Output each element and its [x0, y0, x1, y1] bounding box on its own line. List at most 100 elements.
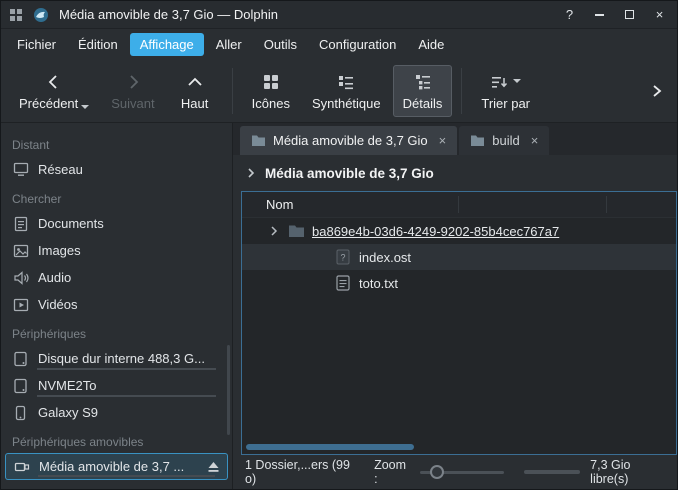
column-separator[interactable]	[606, 196, 607, 213]
menu-aller[interactable]: Aller	[206, 33, 252, 56]
sidebar-item-audio[interactable]: Audio	[5, 264, 228, 291]
sidebar-item-label: Galaxy S9	[38, 405, 98, 420]
view-compact-label: Synthétique	[312, 96, 381, 111]
view-details-button[interactable]: Détails	[393, 65, 453, 117]
sort-by-label: Trier par	[481, 96, 530, 111]
sidebar-item-media-amovible[interactable]: Média amovible de 3,7 ...	[5, 453, 228, 480]
chevron-right-icon	[124, 73, 142, 91]
window-menu-icon[interactable]	[7, 6, 25, 24]
content-area: Distant Réseau Chercher Documents Images…	[1, 123, 677, 489]
sidebar-item-videos[interactable]: Vidéos	[5, 291, 228, 318]
zoom-slider[interactable]	[420, 471, 504, 474]
titlebar: Média amovible de 3,7 Gio — Dolphin ? ×	[1, 1, 677, 29]
close-button[interactable]: ×	[648, 4, 671, 25]
zoom-slider-handle[interactable]	[430, 465, 444, 479]
forward-button[interactable]: Suivant	[101, 65, 164, 117]
file-row-toto-txt[interactable]: toto.txt	[242, 270, 676, 296]
menubar: Fichier Édition Affichage Aller Outils C…	[1, 29, 677, 59]
forward-label: Suivant	[111, 96, 154, 111]
menu-edition[interactable]: Édition	[68, 33, 128, 56]
eject-button[interactable]	[207, 461, 220, 473]
chevron-left-icon	[45, 73, 63, 91]
tab-close-icon[interactable]: ×	[439, 133, 447, 148]
help-button[interactable]: ?	[558, 4, 581, 25]
tab-bar: Média amovible de 3,7 Gio × build ×	[233, 123, 677, 155]
unknown-file-icon: ?	[334, 249, 352, 265]
menu-aide[interactable]: Aide	[408, 33, 454, 56]
expand-chevron-icon[interactable]	[268, 226, 280, 236]
harddisk-icon	[12, 351, 29, 367]
usb-drive-icon	[13, 460, 30, 474]
places-section-distant: Distant	[1, 129, 232, 156]
network-icon	[12, 162, 29, 177]
minimize-button[interactable]	[588, 4, 611, 25]
tab-media-amovible[interactable]: Média amovible de 3,7 Gio ×	[240, 126, 457, 155]
menu-configuration[interactable]: Configuration	[309, 33, 406, 56]
chevron-right-overflow-icon	[649, 82, 665, 100]
sidebar-item-reseau[interactable]: Réseau	[5, 156, 228, 183]
sidebar-item-images[interactable]: Images	[5, 237, 228, 264]
file-row-folder[interactable]: ba869e4b-03d6-4249-9202-85b4cec767a7	[242, 218, 676, 244]
sidebar-item-label: Média amovible de 3,7 ...	[39, 459, 184, 474]
toolbar-separator	[461, 68, 462, 114]
sidebar-item-label: Disque dur interne 488,3 G...	[38, 351, 205, 366]
column-separator[interactable]	[458, 196, 459, 213]
smartphone-icon	[12, 405, 29, 421]
column-header-nom[interactable]: Nom	[266, 197, 293, 212]
menu-fichier[interactable]: Fichier	[7, 33, 66, 56]
menu-outils[interactable]: Outils	[254, 33, 307, 56]
capacity-bar	[37, 395, 216, 397]
status-bar: 1 Dossier,...ers (99 o) Zoom : 7,3 Gio l…	[233, 455, 677, 489]
audio-icon	[12, 271, 29, 285]
dolphin-app-icon	[32, 6, 50, 24]
places-section-peripheriques: Périphériques	[1, 318, 232, 345]
window-title: Média amovible de 3,7 Gio — Dolphin	[59, 7, 278, 22]
tab-label: build	[492, 133, 519, 148]
compact-view-icon	[337, 73, 355, 91]
sidebar-item-nvme2to[interactable]: NVME2To	[5, 372, 228, 399]
free-space-bar	[524, 470, 581, 474]
horizontal-scrollbar[interactable]	[246, 444, 414, 450]
sort-by-button[interactable]: Trier par	[471, 65, 540, 117]
folder-icon	[470, 134, 485, 147]
folder-icon	[251, 134, 266, 147]
view-icons-label: Icônes	[252, 96, 290, 111]
document-icon	[12, 216, 29, 232]
file-name: toto.txt	[359, 276, 398, 291]
up-label: Haut	[181, 96, 208, 111]
file-row-index-ost[interactable]: ? index.ost	[242, 244, 676, 270]
file-name: ba869e4b-03d6-4249-9202-85b4cec767a7	[312, 224, 559, 239]
sidebar-item-galaxy-s9[interactable]: Galaxy S9	[5, 399, 228, 426]
breadcrumb: Média amovible de 3,7 Gio	[233, 155, 677, 191]
sort-dropdown-caret-icon	[513, 79, 521, 83]
menu-affichage[interactable]: Affichage	[130, 33, 204, 56]
sidebar-item-label: Audio	[38, 270, 71, 285]
tab-close-icon[interactable]: ×	[531, 133, 539, 148]
zoom-label: Zoom :	[374, 458, 410, 486]
view-icons-button[interactable]: Icônes	[242, 65, 300, 117]
details-view-icon	[414, 73, 432, 91]
places-panel: Distant Réseau Chercher Documents Images…	[1, 123, 233, 489]
back-button[interactable]: Précédent	[9, 65, 99, 117]
chevron-up-icon	[186, 73, 204, 91]
close-icon: ×	[656, 7, 664, 22]
places-section-chercher: Chercher	[1, 183, 232, 210]
maximize-button[interactable]	[618, 4, 641, 25]
sidebar-scrollbar[interactable]	[227, 345, 230, 435]
toolbar-overflow-button[interactable]	[645, 82, 669, 100]
view-compact-button[interactable]: Synthétique	[302, 65, 391, 117]
capacity-bar	[37, 368, 216, 370]
up-button[interactable]: Haut	[167, 65, 223, 117]
column-header-row: Nom	[242, 192, 676, 218]
file-name: index.ost	[359, 250, 411, 265]
breadcrumb-location[interactable]: Média amovible de 3,7 Gio	[265, 166, 434, 181]
image-icon	[12, 244, 29, 258]
sidebar-item-documents[interactable]: Documents	[5, 210, 228, 237]
sidebar-item-disque-dur-interne[interactable]: Disque dur interne 488,3 G...	[5, 345, 228, 372]
sidebar-item-label: Images	[38, 243, 81, 258]
icons-view-icon	[262, 73, 280, 91]
tab-build[interactable]: build ×	[459, 126, 549, 155]
sidebar-item-label: Documents	[38, 216, 104, 231]
video-icon	[12, 298, 29, 312]
dolphin-window: Média amovible de 3,7 Gio — Dolphin ? × …	[0, 0, 678, 490]
